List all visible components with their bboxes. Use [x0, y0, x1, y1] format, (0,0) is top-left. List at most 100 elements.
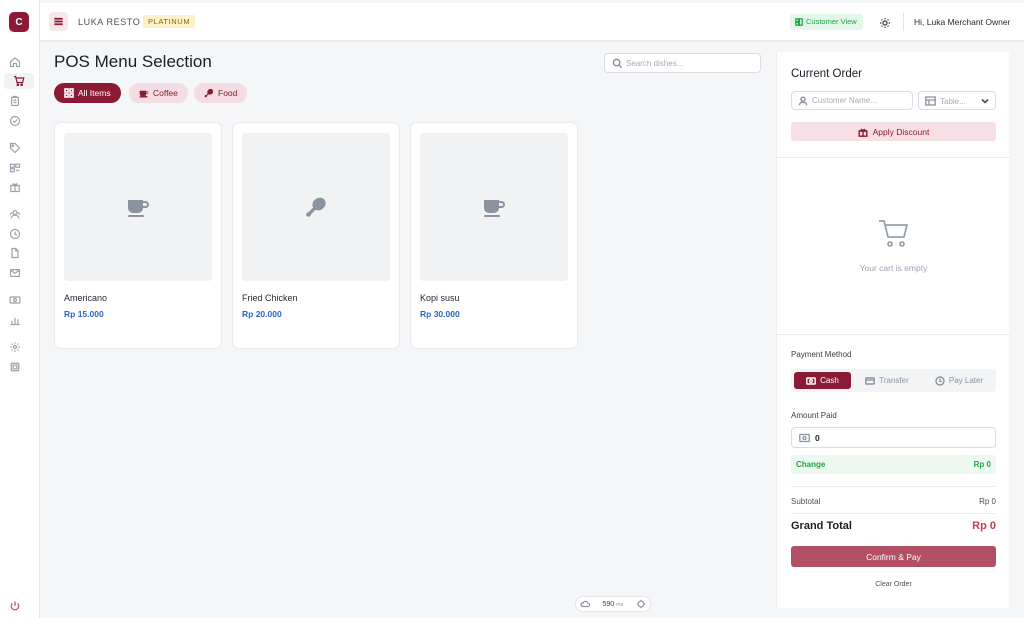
clock-icon [935, 375, 945, 386]
category-label: Coffee [153, 88, 178, 98]
change-row: Change Rp 0 [791, 455, 996, 474]
payment-pay-later[interactable]: Pay Later [926, 372, 992, 389]
power-icon[interactable] [8, 599, 22, 613]
category-food[interactable]: Food [194, 83, 248, 103]
user-icon [798, 96, 808, 106]
gift-icon [858, 128, 868, 137]
customer-view-button[interactable]: Customer View [790, 14, 863, 30]
coffee-icon [484, 200, 505, 217]
clipboard-icon[interactable] [8, 94, 22, 108]
chevron-down-icon [981, 98, 989, 104]
divider [777, 157, 1010, 158]
user-greeting[interactable]: Hi, Luka Merchant Owner [914, 17, 1010, 27]
bar-chart-icon[interactable] [8, 313, 22, 327]
empty-cart-text: Your cart is empty [859, 263, 928, 273]
menu-toggle-button[interactable] [49, 12, 68, 31]
check-circle-icon[interactable] [8, 114, 22, 128]
top-bar: LUKA RESTO PLATINUM Customer View Hi, Lu… [40, 3, 1024, 41]
amount-paid-input[interactable] [815, 431, 985, 444]
amount-paid-label: Amount Paid [791, 411, 837, 420]
layout-icon [795, 18, 803, 26]
divider [777, 334, 1010, 335]
product-card[interactable]: Fried Chicken Rp 20.000 [232, 122, 400, 349]
product-image [242, 133, 390, 281]
cash-icon[interactable] [8, 293, 22, 307]
search-icon [612, 58, 623, 69]
home-icon[interactable] [8, 55, 22, 69]
theme-toggle-button[interactable] [879, 16, 891, 28]
chip-icon[interactable] [8, 360, 22, 374]
confirm-pay-button[interactable]: Confirm & Pay [791, 546, 996, 567]
apply-discount-button[interactable]: Apply Discount [791, 122, 996, 141]
tier-badge: PLATINUM [143, 15, 196, 28]
payment-label: Pay Later [948, 376, 984, 385]
coffee-icon [128, 200, 149, 217]
sidebar: C [0, 0, 40, 618]
empty-cart [777, 218, 1010, 255]
table-select[interactable]: Table... [918, 91, 996, 110]
divider [791, 486, 996, 487]
app-logo[interactable]: C [9, 12, 29, 32]
cash-icon [806, 376, 817, 385]
apply-discount-label: Apply Discount [872, 126, 930, 137]
grand-total-row: Grand Total Rp 0 [791, 520, 996, 532]
latency-status: 590 ms [575, 596, 651, 612]
payment-transfer[interactable]: Transfer [857, 372, 917, 389]
product-card[interactable]: Kopi susu Rp 30.000 [410, 122, 578, 349]
card-icon [865, 376, 876, 385]
search-input[interactable] [626, 56, 756, 70]
payment-method-label: Payment Method [791, 350, 852, 359]
latency-value: 590 [602, 600, 615, 608]
clear-order-button[interactable]: Clear Order [791, 581, 996, 588]
category-coffee[interactable]: Coffee [129, 83, 188, 103]
mail-icon[interactable] [8, 266, 22, 280]
product-image [420, 133, 568, 281]
sidebar-item-pos[interactable] [4, 73, 34, 89]
divider [791, 513, 996, 514]
coffee-icon [139, 90, 149, 98]
table-icon [925, 96, 936, 106]
customer-name-field[interactable] [791, 91, 913, 110]
product-name: Fried Chicken [242, 293, 298, 303]
grid-icon [64, 88, 74, 98]
gift-icon[interactable] [8, 180, 22, 194]
cloud-icon [580, 600, 590, 608]
product-name: Americano [64, 293, 108, 303]
product-price: Rp 30.000 [420, 309, 460, 319]
latency-unit: ms [616, 601, 624, 608]
payment-method-selector: Cash Transfer Pay Later [791, 369, 996, 392]
customer-name-input[interactable] [812, 94, 908, 107]
grid-icon[interactable] [8, 161, 22, 175]
amount-paid-field[interactable] [791, 427, 996, 448]
users-icon[interactable] [8, 207, 22, 221]
page-title: POS Menu Selection [54, 52, 212, 71]
table-placeholder: Table... [940, 97, 966, 106]
grand-total-value: Rp 0 [972, 520, 996, 532]
search-box[interactable] [604, 53, 761, 73]
clock-icon[interactable] [8, 227, 22, 241]
divider [903, 13, 904, 31]
document-icon[interactable] [8, 246, 22, 260]
product-price: Rp 20.000 [242, 309, 282, 319]
product-price: Rp 15.000 [64, 309, 104, 319]
payment-label: Cash [820, 376, 839, 385]
change-label: Change [796, 460, 826, 469]
settings-icon[interactable] [8, 340, 22, 354]
category-label: All Items [78, 88, 111, 98]
category-all-items[interactable]: All Items [54, 83, 121, 103]
drumstick-icon [306, 197, 326, 217]
tag-icon[interactable] [8, 141, 22, 155]
hamburger-icon [54, 17, 63, 26]
order-title: Current Order [791, 68, 862, 80]
payment-cash[interactable]: Cash [794, 372, 851, 389]
product-card[interactable]: Americano Rp 15.000 [54, 122, 222, 349]
target-icon [636, 599, 646, 609]
change-value: Rp 0 [973, 460, 991, 469]
customer-view-label: Customer View [806, 17, 857, 26]
brand-name: LUKA RESTO [78, 17, 141, 27]
cash-icon [799, 433, 810, 443]
drumstick-icon [204, 88, 214, 98]
category-label: Food [218, 88, 238, 98]
order-panel: Current Order Table... Apply Discount Yo… [776, 52, 1010, 608]
subtotal-row: Subtotal Rp 0 [791, 497, 996, 506]
